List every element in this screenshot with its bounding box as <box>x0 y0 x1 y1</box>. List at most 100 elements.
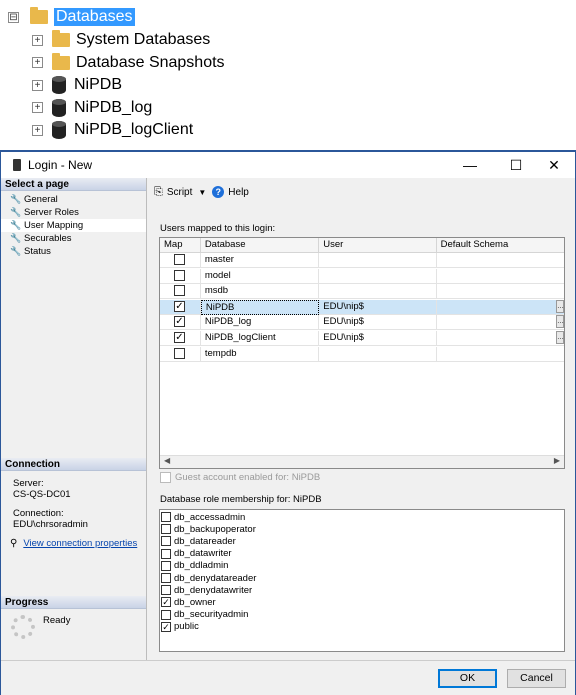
map-cell: ✓ <box>160 299 201 315</box>
map-checkbox[interactable] <box>174 285 185 297</box>
table-row[interactable]: msdb <box>160 284 564 300</box>
user-mapping-grid[interactable]: Map Database User Default Schema master m… <box>159 237 565 469</box>
tree-node-label: NiPDB_logClient <box>74 121 194 138</box>
help-icon: ? <box>212 186 225 198</box>
database-cell[interactable]: master <box>200 253 320 268</box>
default-schema-cell[interactable] <box>436 284 564 300</box>
horizontal-scrollbar[interactable]: ◀ ▶ <box>160 455 564 468</box>
database-cell[interactable]: tempdb <box>200 346 320 362</box>
default-schema-cell[interactable] <box>436 253 564 268</box>
tree-node[interactable]: + NiPDB_log <box>32 97 152 119</box>
list-item[interactable]: db_datawriter <box>160 548 564 560</box>
list-item[interactable]: db_denydatawriter <box>160 584 564 596</box>
view-connection-properties-link[interactable]: View connection properties <box>23 538 137 549</box>
list-item[interactable]: db_denydatareader <box>160 572 564 584</box>
role-checkbox[interactable] <box>161 536 171 547</box>
list-item[interactable]: db_backupoperator <box>160 523 564 535</box>
page-item[interactable]: 🔧 General <box>1 193 146 206</box>
tree-node[interactable]: + System Databases <box>32 29 210 51</box>
page-item[interactable]: 🔧 Securables <box>1 232 146 245</box>
role-checkbox[interactable] <box>161 512 171 523</box>
tree-node[interactable]: + Database Snapshots <box>32 52 225 74</box>
title-bar[interactable]: Login - New — ☐ ✕ <box>1 152 575 178</box>
user-cell[interactable] <box>319 346 437 362</box>
page-item[interactable]: 🔧 User Mapping <box>1 219 146 232</box>
expand-icon[interactable]: + <box>32 34 43 46</box>
default-schema-cell[interactable] <box>436 347 564 362</box>
scroll-right-icon[interactable]: ▶ <box>554 456 560 465</box>
tree-node[interactable]: + NiPDB <box>32 74 122 96</box>
map-checkbox[interactable] <box>174 253 185 265</box>
map-checkbox[interactable]: ✓ <box>174 316 185 328</box>
close-button[interactable]: ✕ <box>533 152 575 178</box>
cancel-button[interactable]: Cancel <box>507 669 566 688</box>
user-cell[interactable]: EDU\nip$ <box>319 299 437 315</box>
role-label: public <box>174 621 199 633</box>
database-cell[interactable]: NiPDB_log <box>200 315 320 331</box>
database-cell[interactable]: NiPDB_logClient <box>200 331 320 346</box>
map-checkbox[interactable]: ✓ <box>174 300 185 312</box>
browse-schema-button[interactable]: … <box>556 331 564 344</box>
table-row[interactable]: ✓ NiPDB_log EDU\nip$ … <box>160 315 564 331</box>
column-header-database[interactable]: Database <box>201 238 320 252</box>
column-header-map[interactable]: Map <box>160 238 201 252</box>
role-checkbox[interactable] <box>161 560 171 571</box>
expand-icon[interactable]: + <box>32 124 43 136</box>
page-item[interactable]: 🔧 Server Roles <box>1 206 146 219</box>
chevron-down-icon[interactable]: ▼ <box>198 188 206 197</box>
browse-schema-button[interactable]: … <box>556 299 565 313</box>
table-row[interactable]: ✓ NiPDB EDU\nip$ … <box>160 299 565 315</box>
default-schema-cell[interactable]: … <box>436 331 564 346</box>
role-checkbox[interactable]: ✓ <box>161 621 171 632</box>
column-header-default-schema[interactable]: Default Schema <box>437 238 564 252</box>
script-button[interactable]: ⎘ Script ▼ <box>154 186 206 199</box>
collapse-icon[interactable]: ⊟ <box>8 11 19 23</box>
map-checkbox[interactable]: ✓ <box>174 331 185 343</box>
tree-node-databases[interactable]: ⊟ Databases <box>8 6 135 28</box>
scroll-left-icon[interactable]: ◀ <box>164 456 170 465</box>
user-cell[interactable] <box>319 284 437 300</box>
user-cell[interactable] <box>319 253 437 268</box>
user-cell[interactable]: EDU\nip$ <box>319 315 437 331</box>
minimize-button[interactable]: — <box>449 152 491 178</box>
role-checkbox[interactable] <box>161 548 171 559</box>
server-icon <box>13 159 21 171</box>
role-checkbox[interactable] <box>161 609 171 620</box>
ok-button[interactable]: OK <box>438 669 497 688</box>
user-cell[interactable] <box>319 268 437 284</box>
expand-icon[interactable]: + <box>32 57 43 68</box>
role-checkbox[interactable] <box>161 524 171 535</box>
default-schema-cell[interactable] <box>436 269 564 284</box>
map-checkbox[interactable] <box>174 269 185 281</box>
user-cell[interactable]: EDU\nip$ <box>319 331 437 346</box>
help-button[interactable]: ? Help <box>212 186 249 198</box>
table-row[interactable]: master <box>160 253 564 268</box>
list-item[interactable]: ✓ db_owner <box>160 596 564 608</box>
role-checkbox[interactable]: ✓ <box>161 597 171 608</box>
page-item[interactable]: 🔧 Status <box>1 245 146 258</box>
list-item[interactable]: db_accessadmin <box>160 511 564 523</box>
browse-schema-button[interactable]: … <box>556 315 564 329</box>
list-item[interactable]: db_datareader <box>160 535 564 547</box>
role-checkbox[interactable] <box>161 573 171 584</box>
table-row[interactable]: ✓ NiPDB_logClient EDU\nip$ … <box>160 331 564 346</box>
map-checkbox[interactable] <box>174 347 185 359</box>
database-cell[interactable]: NiPDB <box>200 299 320 315</box>
expand-icon[interactable]: + <box>32 79 43 91</box>
default-schema-cell[interactable]: … <box>436 315 564 331</box>
list-item[interactable]: ✓ public <box>160 621 564 633</box>
expand-icon[interactable]: + <box>32 102 43 113</box>
database-cell[interactable]: model <box>200 268 320 284</box>
list-item[interactable]: db_ddladmin <box>160 560 564 572</box>
maximize-button[interactable]: ☐ <box>495 152 537 178</box>
tree-node[interactable]: + NiPDB_logClient <box>32 119 193 141</box>
column-header-user[interactable]: User <box>319 238 437 252</box>
role-membership-list[interactable]: db_accessadmin db_backupoperator db_datare… <box>159 509 565 652</box>
page-item-label: General <box>24 194 58 205</box>
role-checkbox[interactable] <box>161 585 171 596</box>
database-cell[interactable]: msdb <box>200 284 320 300</box>
list-item[interactable]: db_securityadmin <box>160 609 564 621</box>
table-row[interactable]: model <box>160 268 564 284</box>
default-schema-cell[interactable]: … <box>436 299 565 315</box>
table-row[interactable]: tempdb <box>160 346 564 362</box>
